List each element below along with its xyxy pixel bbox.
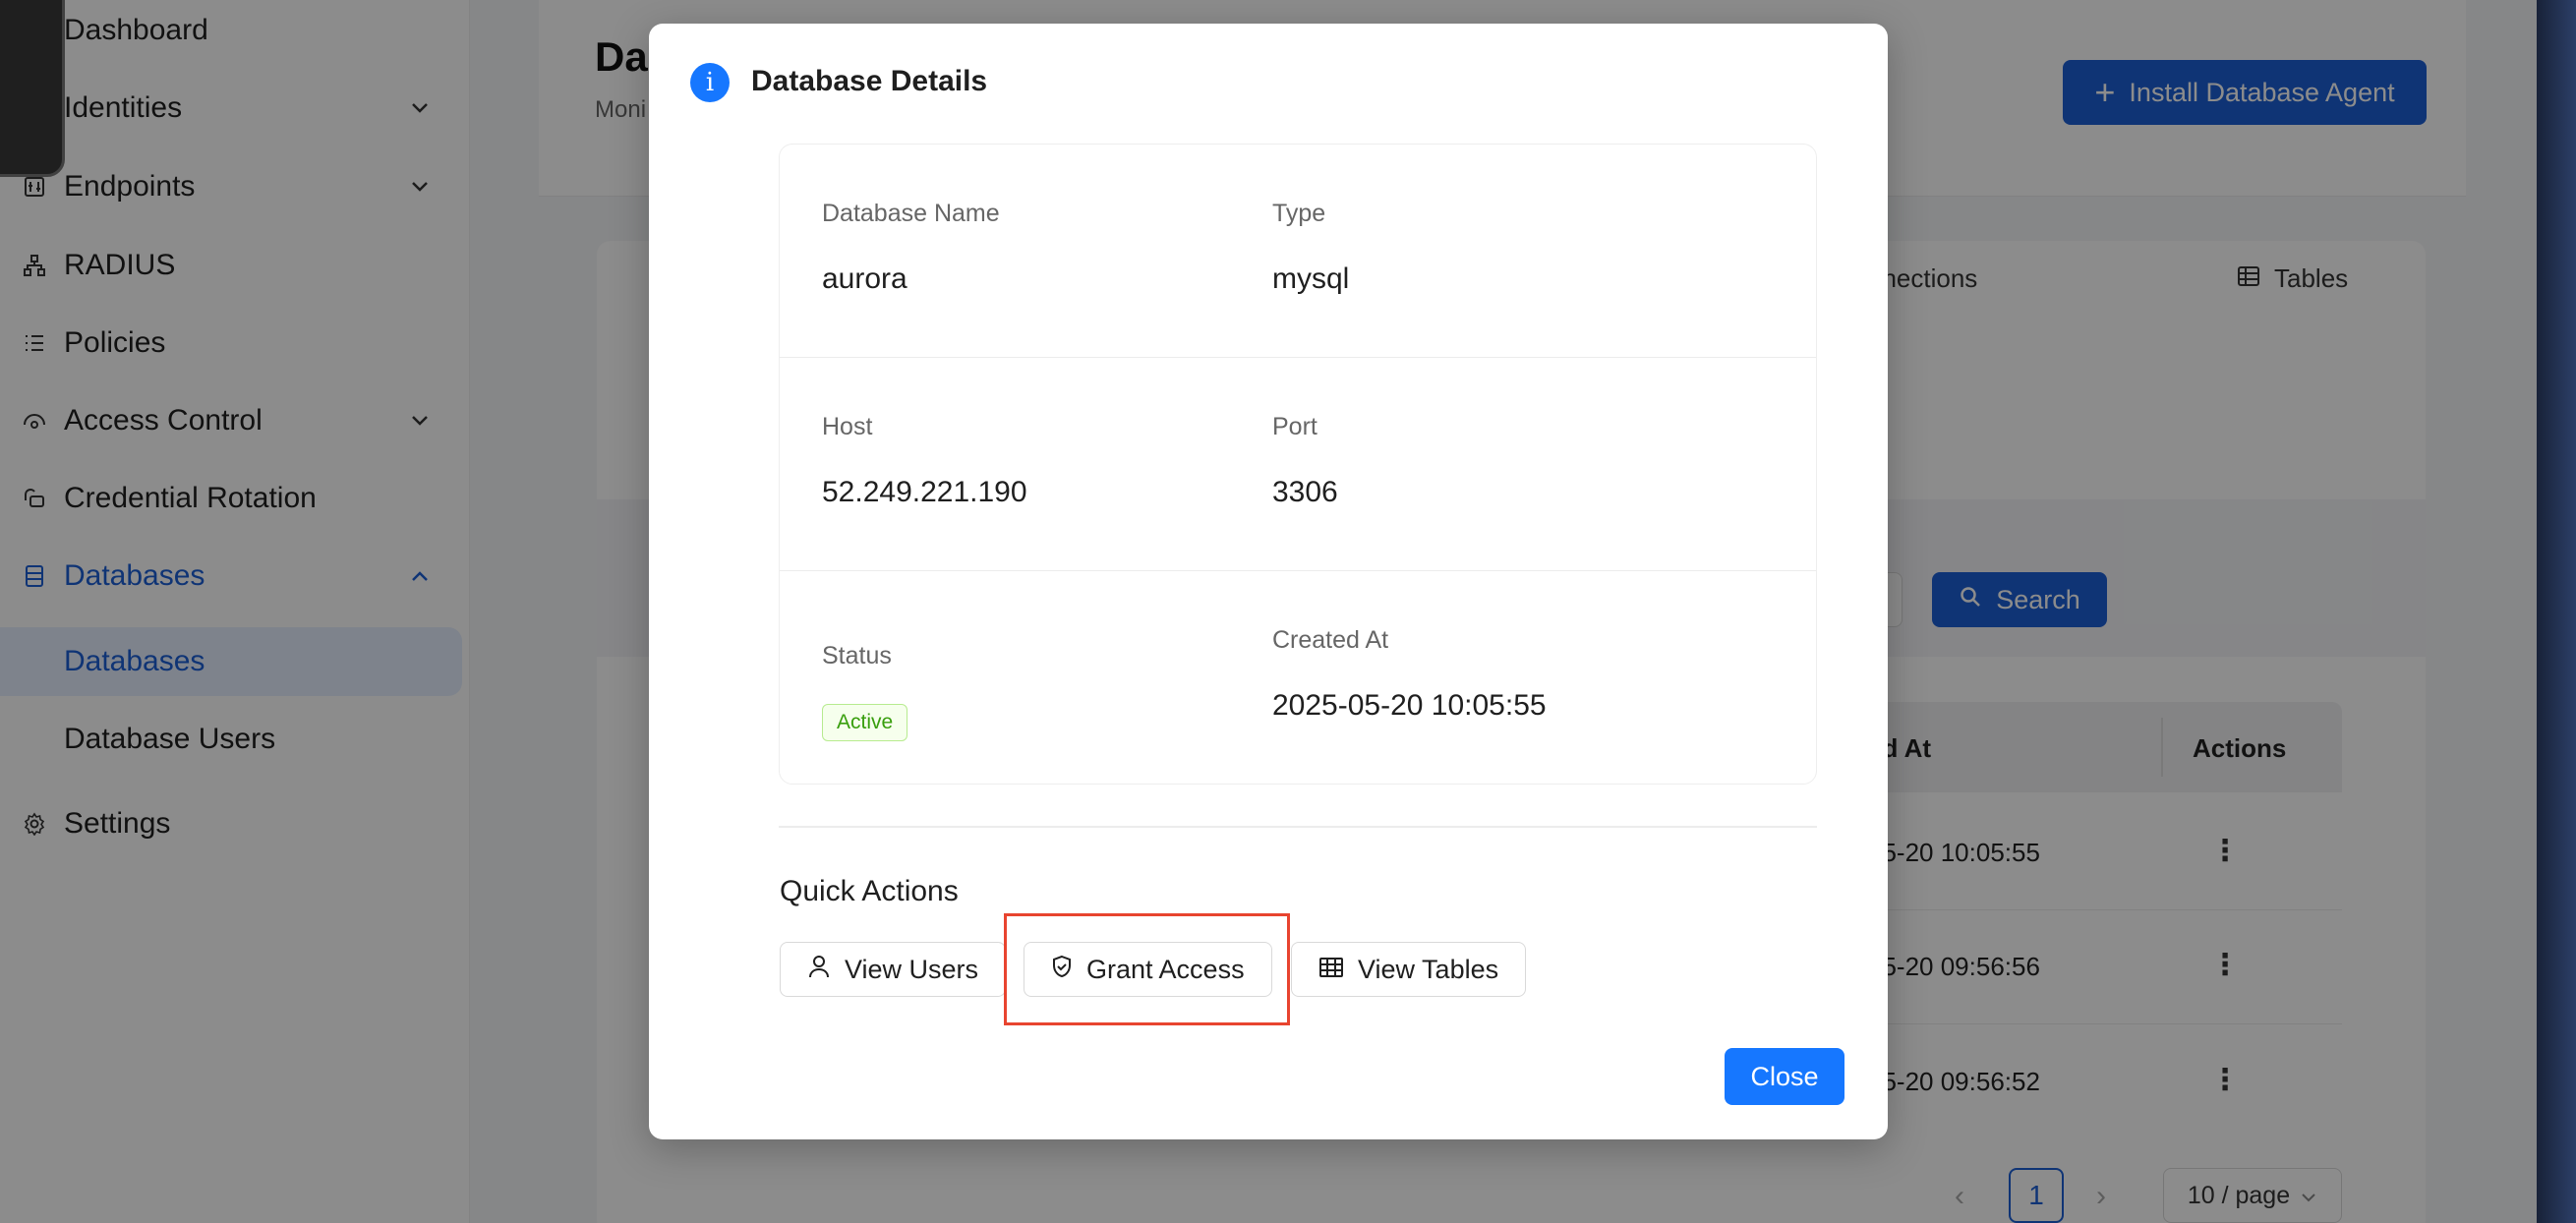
status-badge: Active <box>822 704 908 741</box>
desktop-edge <box>2537 0 2576 1223</box>
port-label: Port <box>1272 413 1317 440</box>
view-users-button[interactable]: View Users <box>780 942 1007 997</box>
details-row: Database Name aurora Type mysql <box>780 145 1816 358</box>
divider <box>779 826 1817 828</box>
view-users-label: View Users <box>845 954 979 984</box>
details-row: Host 52.249.221.190 Port 3306 <box>780 358 1816 571</box>
details-row: Status Active Created At 2025-05-20 10:0… <box>780 571 1816 785</box>
status-label: Status <box>822 642 892 670</box>
table-icon <box>1318 955 1344 985</box>
user-icon <box>807 954 831 986</box>
database-name-value: aurora <box>822 262 907 295</box>
host-value: 52.249.221.190 <box>822 476 1027 508</box>
type-label: Type <box>1272 200 1326 227</box>
created-at-value: 2025-05-20 10:05:55 <box>1272 689 1547 722</box>
host-label: Host <box>822 413 873 440</box>
close-button[interactable]: Close <box>1725 1048 1844 1105</box>
info-icon: i <box>690 63 730 102</box>
database-details-modal: i Database Details Database Name aurora … <box>649 24 1888 1139</box>
created-at-label: Created At <box>1272 626 1389 654</box>
view-tables-button[interactable]: View Tables <box>1291 942 1527 997</box>
modal-title: Database Details <box>751 65 988 97</box>
port-value: 3306 <box>1272 476 1338 508</box>
view-tables-label: View Tables <box>1358 954 1499 984</box>
type-value: mysql <box>1272 262 1350 295</box>
database-name-label: Database Name <box>822 200 1000 227</box>
details-panel: Database Name aurora Type mysql Host 52.… <box>779 144 1817 785</box>
highlight-annotation <box>1004 913 1290 1025</box>
quick-actions-title: Quick Actions <box>780 875 959 907</box>
